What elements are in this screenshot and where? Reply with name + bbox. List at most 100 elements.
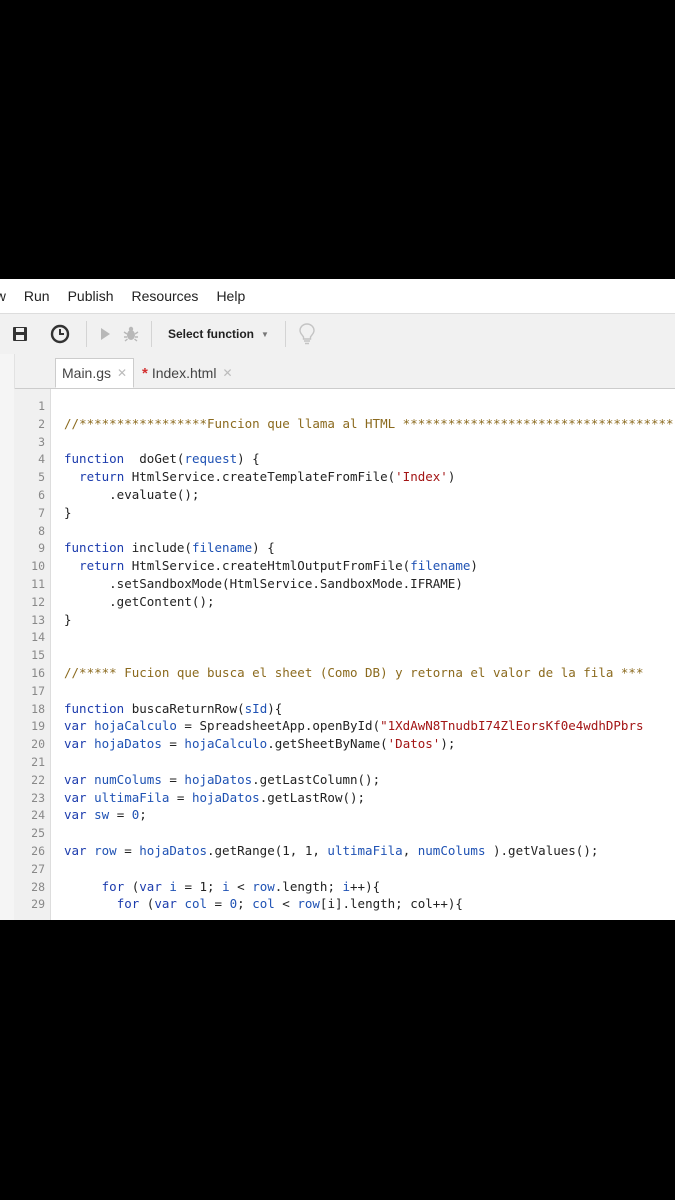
line-number: 2 (38, 417, 45, 431)
code-token: doGet( (124, 451, 185, 466)
code-token: hojaDatos (94, 736, 162, 751)
code-token: i (169, 879, 177, 894)
menu-resources[interactable]: Resources (123, 288, 208, 304)
code-token: var (64, 807, 87, 822)
code-token: numColums (94, 772, 162, 787)
apps-script-editor-window: ew Run Publish Resources Help (0, 279, 675, 920)
run-icon (101, 328, 110, 340)
line-number: 11 (31, 577, 45, 591)
code-line: 12 .getContent(); (14, 593, 675, 611)
code-token: = (169, 790, 192, 805)
line-number: 4 (38, 452, 45, 466)
line-number: 3 (38, 435, 45, 449)
code-token: , (402, 843, 418, 858)
code-token: function (64, 701, 125, 716)
code-token: var (154, 896, 177, 911)
code-token: } (64, 612, 72, 627)
code-token: col (184, 896, 208, 911)
code-token: i (222, 879, 230, 894)
code-token: filename (191, 540, 253, 555)
code-token: sId (244, 701, 268, 716)
close-icon[interactable]: ✕ (117, 366, 127, 380)
code-token: = (161, 736, 185, 751)
code-text: .getContent(); (64, 593, 214, 611)
code-token: sw (94, 807, 110, 822)
code-line: 1 (14, 397, 675, 415)
code-token: hojaCalculo (94, 718, 177, 733)
code-token: var (64, 843, 87, 858)
line-number: 10 (31, 559, 45, 573)
lightbulb-icon (299, 323, 315, 345)
code-token: = (161, 772, 185, 787)
code-token: request (184, 451, 238, 466)
line-number: 20 (31, 737, 45, 751)
code-token: col (252, 896, 275, 911)
code-line: 20 var hojaDatos = hojaCalculo.getSheetBy… (14, 735, 675, 753)
code-token: ultimaFila (94, 790, 170, 805)
code-line: 13} (14, 611, 675, 629)
line-number: 1 (38, 399, 45, 413)
code-text: var hojaDatos = hojaCalculo.getSheetByNa… (64, 735, 455, 753)
code-token: *****************Funcion que llama al HT… (79, 416, 674, 431)
line-number: 19 (31, 719, 45, 733)
code-text: var ultimaFila = hojaDatos.getLastRow(); (64, 789, 365, 807)
code-text: .setSandboxMode(HtmlService.SandboxMode.… (64, 575, 463, 593)
code-token: function (64, 451, 125, 466)
tab-index-html[interactable]: * Index.html ✕ (136, 358, 248, 388)
code-editor[interactable]: 1 2 //*****************Funcion que llama a… (14, 389, 675, 920)
menu-publish[interactable]: Publish (59, 288, 123, 304)
code-text: return HtmlService.createTemplateFromFil… (64, 468, 455, 486)
code-token: ; (237, 896, 253, 911)
tab-main-gs[interactable]: Main.gs ✕ (55, 358, 134, 388)
code-line: 21 (14, 753, 675, 771)
code-token: ) { (237, 451, 260, 466)
triggers-button[interactable] (40, 319, 80, 349)
code-token: hojaDatos (191, 790, 260, 805)
code-token: row (297, 896, 320, 911)
menu-run[interactable]: Run (15, 288, 59, 304)
menu-help[interactable]: Help (207, 288, 254, 304)
debug-icon (123, 326, 139, 342)
left-panel-edge (0, 354, 15, 920)
line-number: 28 (31, 880, 45, 894)
code-text: function buscaReturnRow(sId){ (64, 700, 282, 718)
code-line: 4 function doGet(request) { (14, 450, 675, 468)
code-token: hojaCalculo (184, 736, 268, 751)
code-token: row (94, 843, 117, 858)
code-text: var row = hojaDatos.getRange(1, 1, ultim… (64, 842, 598, 860)
line-number: 9 (38, 541, 45, 555)
tab-label: Index.html (151, 365, 217, 381)
debug-button[interactable] (117, 319, 145, 349)
menu-view[interactable]: ew (0, 288, 15, 304)
code-token: i (342, 879, 351, 894)
code-line: 15 (14, 646, 675, 664)
code-text: //*****************Funcion que llama al … (64, 415, 674, 433)
save-icon (13, 327, 27, 341)
code-token: = 1; (176, 879, 223, 894)
execution-hints-button[interactable] (292, 319, 322, 349)
code-token: function (64, 540, 125, 555)
save-button[interactable] (0, 319, 40, 349)
code-text: for (var i = 1; i < row.length; i++){ (64, 878, 381, 896)
code-text: function include(filename) { (64, 539, 275, 557)
code-line: 29 for (var col = 0; col < row[i].length… (14, 895, 675, 913)
select-function-dropdown[interactable]: Select function ▼ (158, 319, 279, 349)
code-line: 24 var sw = 0; (14, 806, 675, 824)
code-token: ); (440, 736, 456, 751)
code-line: 25 (14, 824, 675, 842)
code-token: = (207, 896, 230, 911)
file-tabs-bar: Main.gs ✕ * Index.html ✕ (0, 354, 675, 389)
line-number: 29 (31, 897, 45, 911)
line-number: 13 (31, 613, 45, 627)
code-token: .setSandboxMode(HtmlService.SandboxMode.… (64, 576, 463, 591)
run-button[interactable] (93, 319, 117, 349)
code-token: 'Datos' (387, 736, 441, 751)
close-icon[interactable]: ✕ (222, 366, 232, 380)
code-text: } (64, 611, 72, 629)
